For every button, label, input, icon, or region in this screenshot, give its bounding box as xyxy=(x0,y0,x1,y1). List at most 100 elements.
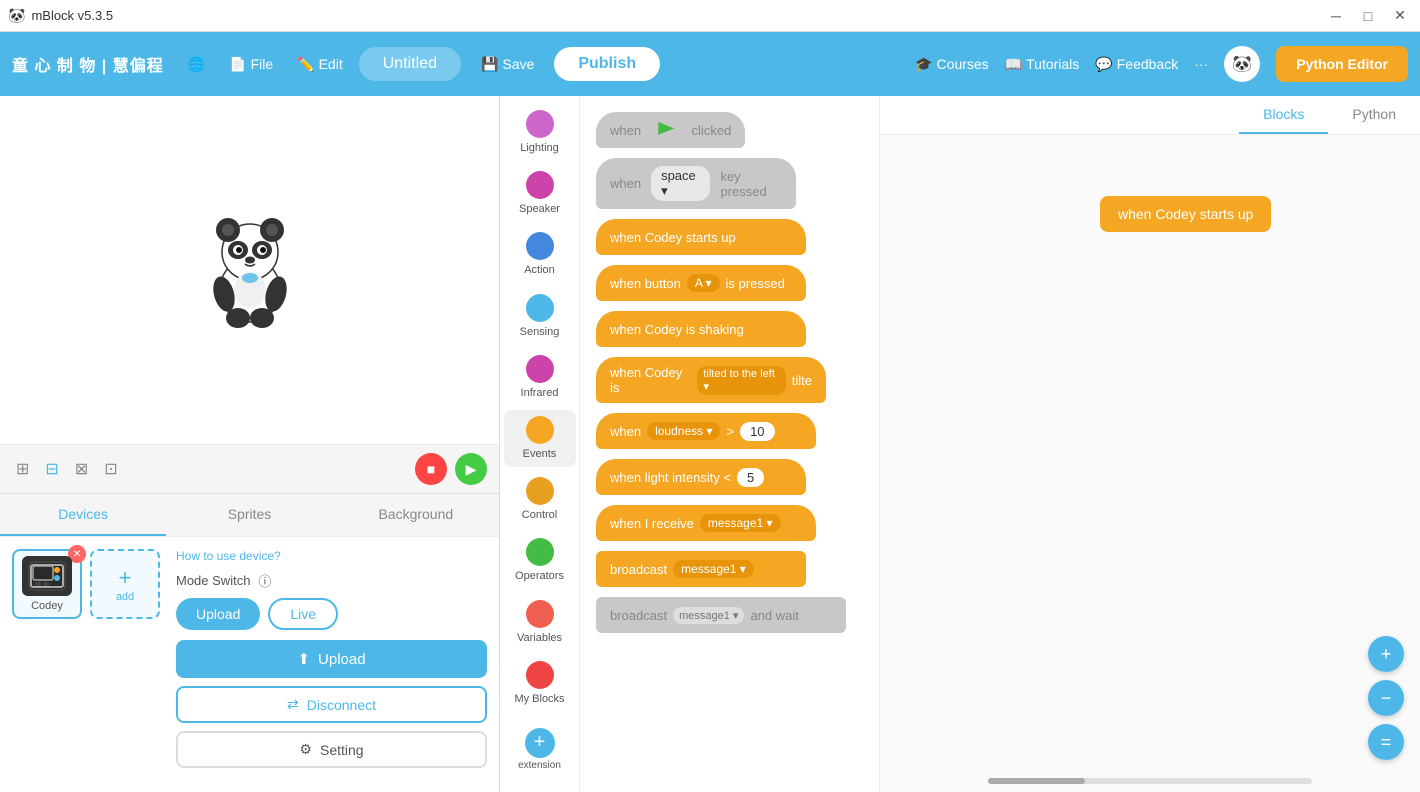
zoom-out-button[interactable]: − xyxy=(1368,680,1404,716)
file-button[interactable]: 📄 File xyxy=(221,52,281,77)
courses-button[interactable]: 🎓 Courses xyxy=(915,56,989,73)
tab-devices[interactable]: Devices xyxy=(0,494,166,536)
disconnect-icon: ⇄ xyxy=(287,696,299,713)
edit-icon: ✏️ xyxy=(297,56,314,73)
codey-image xyxy=(22,556,72,596)
save-icon: 💾 xyxy=(481,56,498,73)
stage-small-button[interactable]: ⊞ xyxy=(12,455,33,483)
project-name-button[interactable]: Untitled xyxy=(359,47,461,81)
block-when-key[interactable]: when space ▾ key pressed xyxy=(596,158,863,209)
setting-button[interactable]: ⚙ Setting xyxy=(176,731,487,768)
save-button[interactable]: 💾 Save xyxy=(469,50,546,79)
palette-item-lighting[interactable]: Lighting xyxy=(504,104,576,161)
block-when-loudness[interactable]: when loudness ▾ > 10 xyxy=(596,413,863,449)
lighting-label: Lighting xyxy=(520,142,559,155)
infrared-dot xyxy=(526,355,554,383)
block-when-light[interactable]: when light intensity < 5 xyxy=(596,459,863,495)
main-toolbar: 童 心 制 物 | 慧偏程 🌐 📄 File ✏️ Edit Untitled … xyxy=(0,32,1420,96)
blocks-area: when clicked when space ▾ key pressed wh… xyxy=(580,96,880,792)
block-when-receive[interactable]: when I receive message1 ▾ xyxy=(596,505,863,541)
palette-item-infrared[interactable]: Infrared xyxy=(504,349,576,406)
block-when-button[interactable]: when button A ▾ is pressed xyxy=(596,265,863,301)
feedback-button[interactable]: 💬 Feedback xyxy=(1095,56,1178,73)
edit-button[interactable]: ✏️ Edit xyxy=(289,52,351,77)
operators-dot xyxy=(526,538,554,566)
blocks-palette: Lighting Speaker Action Sensing Infrared… xyxy=(500,96,580,792)
speaker-label: Speaker xyxy=(519,203,560,216)
add-device-button[interactable]: + add xyxy=(90,549,160,619)
block-codey-starts[interactable]: when Codey starts up xyxy=(596,219,863,255)
maximize-button[interactable]: □ xyxy=(1356,4,1380,28)
add-icon: + xyxy=(119,565,132,591)
stage-large-button[interactable]: ⊠ xyxy=(71,455,92,483)
palette-item-variables[interactable]: Variables xyxy=(504,594,576,651)
palette-item-sensing[interactable]: Sensing xyxy=(504,288,576,345)
stage-medium-button[interactable]: ⊟ xyxy=(41,455,62,483)
globe-button[interactable]: 🌐 xyxy=(180,52,213,77)
upload-mode-button[interactable]: Upload xyxy=(176,598,260,630)
variables-label: Variables xyxy=(517,632,562,645)
workspace-scrollbar[interactable] xyxy=(988,778,1312,784)
palette-item-events[interactable]: Events xyxy=(504,410,576,467)
stage-fullscreen-button[interactable]: ⊡ xyxy=(100,455,121,483)
mode-buttons: Upload Live xyxy=(176,598,487,630)
tutorials-button[interactable]: 📖 Tutorials xyxy=(1005,56,1080,73)
block-when-flag[interactable]: when clicked xyxy=(596,112,863,148)
workspace-tabs: Blocks Python xyxy=(880,96,1420,135)
brand-logo: 童 心 制 物 | 慧偏程 xyxy=(12,52,164,76)
block-broadcast[interactable]: broadcast message1 ▾ xyxy=(596,551,863,587)
codey-device-card[interactable]: ✕ Codey xyxy=(12,549,82,619)
upload-button[interactable]: ⬆ Upload xyxy=(176,640,487,678)
spacer xyxy=(880,96,1239,134)
stage-controls: ⊞ ⊟ ⊠ ⊡ ■ ▶ xyxy=(0,444,499,493)
zoom-in-button[interactable]: + xyxy=(1368,636,1404,672)
variables-dot xyxy=(526,600,554,628)
block-when-shaking[interactable]: when Codey is shaking xyxy=(596,311,863,347)
window-controls: ─ □ ✕ xyxy=(1324,4,1412,28)
myblocks-label: My Blocks xyxy=(514,693,564,706)
devices-panel: ✕ Codey + add xyxy=(0,536,499,792)
workspace-block-codey-starts[interactable]: when Codey starts up xyxy=(1100,196,1271,232)
more-button[interactable]: ··· xyxy=(1194,56,1208,72)
flag-icon xyxy=(658,122,674,138)
minimize-button[interactable]: ─ xyxy=(1324,4,1348,28)
tab-background[interactable]: Background xyxy=(333,494,499,536)
publish-button[interactable]: Publish xyxy=(554,47,660,81)
infrared-label: Infrared xyxy=(521,387,559,400)
palette-item-speaker[interactable]: Speaker xyxy=(504,165,576,222)
title-bar: 🐼 mBlock v5.3.5 ─ □ ✕ xyxy=(0,0,1420,32)
block-broadcast-wait[interactable]: broadcast message1 ▾ and wait xyxy=(596,597,863,633)
live-mode-button[interactable]: Live xyxy=(268,598,338,630)
play-button[interactable]: ▶ xyxy=(455,453,487,485)
user-avatar[interactable]: 🐼 xyxy=(1224,46,1260,82)
palette-item-operators[interactable]: Operators xyxy=(504,532,576,589)
add-extension-button[interactable]: + xyxy=(525,728,555,758)
app-icon: 🐼 xyxy=(8,7,25,24)
block-when-tilted[interactable]: when Codey is tilted to the left ▾ tilte xyxy=(596,357,863,403)
palette-item-control[interactable]: Control xyxy=(504,471,576,528)
tab-sprites[interactable]: Sprites xyxy=(166,494,332,536)
palette-item-myblocks[interactable]: My Blocks xyxy=(504,655,576,712)
extension-add: + extension xyxy=(518,724,561,771)
tabs-area: Devices Sprites Background xyxy=(0,493,499,536)
device-options: How to use device? Mode Switch ⓘ Upload … xyxy=(176,549,487,768)
python-editor-button[interactable]: Python Editor xyxy=(1276,46,1408,82)
tab-python[interactable]: Python xyxy=(1328,96,1420,134)
mode-switch-label: Mode Switch xyxy=(176,573,250,588)
zoom-reset-button[interactable]: = xyxy=(1368,724,1404,760)
tutorials-icon: 📖 xyxy=(1005,56,1022,73)
sensing-dot xyxy=(526,294,554,322)
upload-icon: ⬆ xyxy=(297,650,310,668)
myblocks-dot xyxy=(526,661,554,689)
action-label: Action xyxy=(524,264,555,277)
codey-label: Codey xyxy=(31,600,63,612)
main-content: ⊞ ⊟ ⊠ ⊡ ■ ▶ Devices Sprites Background ✕ xyxy=(0,96,1420,792)
close-button[interactable]: ✕ xyxy=(1388,4,1412,28)
palette-item-action[interactable]: Action xyxy=(504,226,576,283)
speaker-dot xyxy=(526,171,554,199)
events-label: Events xyxy=(523,448,557,461)
stop-button[interactable]: ■ xyxy=(415,453,447,485)
tab-blocks[interactable]: Blocks xyxy=(1239,96,1328,134)
how-to-link[interactable]: How to use device? xyxy=(176,549,487,563)
disconnect-button[interactable]: ⇄ Disconnect xyxy=(176,686,487,723)
